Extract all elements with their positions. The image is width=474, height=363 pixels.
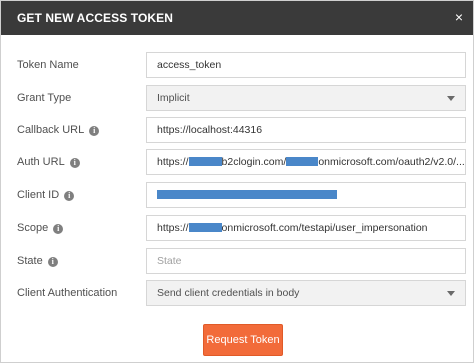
scope-value-prefix: https://: [157, 222, 189, 234]
grant-type-value: Implicit: [157, 92, 190, 104]
scope-label: Scope: [17, 222, 49, 234]
auth-url-input[interactable]: https:// b2clogin.com/onmicrosoft.com/oau…: [146, 149, 466, 175]
state-input[interactable]: [157, 249, 455, 273]
token-name-label: Token Name: [17, 59, 79, 71]
token-name-row: Token Name access_token: [1, 52, 473, 80]
state-row: State i: [1, 248, 473, 276]
access-token-dialog: GET NEW ACCESS TOKEN × Token Name access…: [0, 0, 474, 363]
state-label-wrap: State i: [17, 255, 58, 267]
scope-input[interactable]: https:// onmicrosoft.com/testapi/user_imp…: [146, 215, 466, 241]
info-icon[interactable]: i: [69, 158, 80, 168]
state-field[interactable]: [146, 248, 466, 274]
chevron-down-icon: [447, 291, 455, 296]
dialog-title: GET NEW ACCESS TOKEN: [17, 11, 174, 25]
grant-type-select[interactable]: Implicit: [146, 85, 466, 111]
scope-value-suffix: onmicrosoft.com/testapi/user_impersonati…: [221, 222, 428, 234]
state-label: State: [17, 255, 43, 267]
redacted-block: [188, 157, 222, 166]
scope-row: Scope i https:// onmicrosoft.com/testapi/u…: [1, 215, 473, 243]
token-name-value: access_token: [157, 59, 222, 71]
callback-url-input[interactable]: https://localhost:44316: [146, 117, 466, 143]
redacted-block: [188, 223, 222, 232]
token-name-input[interactable]: access_token: [146, 52, 466, 78]
client-auth-select[interactable]: Send client credentials in body: [146, 280, 466, 306]
redacted-block: [157, 190, 337, 199]
client-id-label: Client ID: [17, 189, 60, 201]
client-id-row: Client ID i: [1, 182, 473, 210]
info-icon[interactable]: i: [64, 191, 75, 201]
scope-label-wrap: Scope i: [17, 222, 64, 234]
auth-url-value-middle1: b2clogin.com/: [221, 156, 287, 168]
callback-url-value: https://localhost:44316: [157, 124, 263, 136]
callback-url-row: Callback URL i https://localhost:44316: [1, 117, 473, 145]
client-auth-value: Send client credentials in body: [157, 287, 300, 299]
client-auth-label: Client Authentication: [17, 287, 118, 299]
redacted-block: [286, 157, 319, 166]
auth-url-label: Auth URL: [17, 156, 65, 168]
client-auth-row: Client Authentication Send client creden…: [1, 280, 473, 308]
grant-type-label: Grant Type: [17, 92, 72, 104]
auth-url-value-middle2: onmicrosoft.com/oauth2/v2.0/...: [318, 156, 465, 168]
info-icon[interactable]: i: [47, 257, 58, 267]
dialog-header: GET NEW ACCESS TOKEN ×: [1, 1, 473, 35]
auth-url-value-prefix: https://: [157, 156, 189, 168]
client-id-input[interactable]: [146, 182, 466, 208]
request-token-button[interactable]: Request Token: [203, 324, 283, 356]
grant-type-row: Grant Type Implicit: [1, 85, 473, 113]
auth-url-label-wrap: Auth URL i: [17, 156, 80, 168]
close-icon[interactable]: ×: [452, 10, 466, 24]
callback-url-label-wrap: Callback URL i: [17, 124, 100, 136]
callback-url-label: Callback URL: [17, 124, 85, 136]
auth-url-row: Auth URL i https:// b2clogin.com/onmicroso…: [1, 149, 473, 177]
client-id-label-wrap: Client ID i: [17, 189, 75, 201]
info-icon[interactable]: i: [89, 126, 100, 136]
chevron-down-icon: [447, 96, 455, 101]
info-icon[interactable]: i: [53, 224, 64, 234]
